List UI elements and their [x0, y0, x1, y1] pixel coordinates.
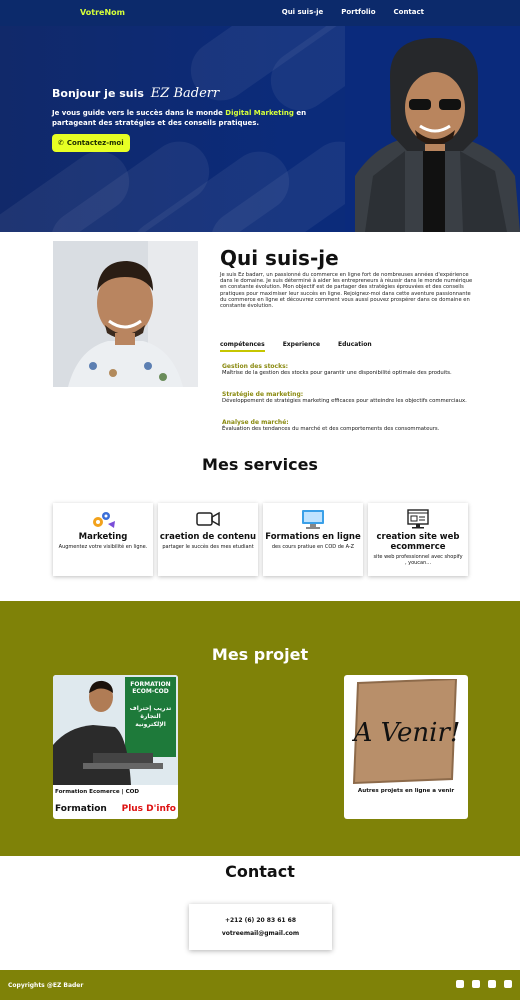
- service-card-marketing[interactable]: Marketing Augmentez votre visibilité en …: [53, 503, 153, 576]
- social-icons: [456, 980, 512, 988]
- project-caption: Formation Ecomerce | COD: [55, 789, 140, 795]
- marketing-gears-icon: [93, 512, 115, 528]
- nav-link-about[interactable]: Qui suis-je: [282, 8, 324, 16]
- contact-title: Contact: [225, 862, 295, 881]
- project-footer: Formation Plus D'info: [55, 804, 176, 814]
- course-banner-arabic: تدريب إحتراف التجارة الإلكترونية: [129, 705, 172, 728]
- hero-heading: Bonjour je suis EZ Baderr: [52, 86, 219, 101]
- coming-soon-sign-text: A Venir!: [352, 718, 460, 748]
- project-card-coming-soon[interactable]: A Venir! Autres projets en ligne a venir: [344, 675, 468, 819]
- service-description: site web professionnel avec shopify , yo…: [373, 554, 463, 566]
- tab-education[interactable]: Education: [338, 341, 372, 352]
- nav-link-contact[interactable]: Contact: [394, 8, 425, 16]
- project-tag: Formation: [55, 804, 107, 814]
- video-camera-icon: [196, 511, 220, 527]
- hero-subtitle-highlight: Digital Marketing: [225, 109, 294, 117]
- service-card-content[interactable]: craetion de contenu partager le succès d…: [158, 503, 258, 576]
- about-portrait-photo: [53, 241, 198, 387]
- facebook-icon[interactable]: [456, 980, 464, 988]
- hero-name: EZ Baderr: [150, 86, 220, 101]
- contact-me-label: Contactez-moi: [66, 139, 124, 147]
- about-tabs: compétences Experience Education: [220, 341, 372, 352]
- whatsapp-icon: ✆: [58, 139, 64, 147]
- skill-item: Analyse de marché: Évaluation des tendan…: [222, 419, 472, 433]
- contact-me-button[interactable]: ✆ Contactez-moi: [52, 134, 130, 152]
- instagram-icon[interactable]: [472, 980, 480, 988]
- hero-greeting: Bonjour je suis: [52, 87, 144, 100]
- service-title: craetion de contenu: [159, 532, 257, 542]
- top-header: VotreNom Qui suis-je Portfolio Contact: [0, 0, 520, 26]
- service-title: Marketing: [78, 532, 128, 542]
- hero-subtitle-part1: Je vous guide vers le succès dans le mon…: [52, 109, 223, 117]
- service-title: Formations en ligne: [265, 532, 361, 542]
- tab-experience[interactable]: Experience: [283, 341, 320, 352]
- about-title: Qui suis-je: [220, 246, 339, 270]
- service-card-training[interactable]: Formations en ligne des cours pratiue en…: [263, 503, 363, 576]
- skill-item: Gestion des stocks: Maîtrise de la gesti…: [222, 363, 472, 377]
- skill-description: Évaluation des tendances du marché et de…: [222, 426, 440, 433]
- hero-portrait-photo: [345, 26, 520, 232]
- service-description: des cours pratiue en COD de A-Z: [271, 544, 355, 550]
- tab-competences[interactable]: compétences: [220, 341, 265, 352]
- contact-card: +212 (6) 20 83 61 68 votreemail@gmail.co…: [189, 904, 332, 950]
- copyright-text: Copyrights @EZ Bader: [8, 982, 84, 989]
- nav-link-portfolio[interactable]: Portfolio: [341, 8, 375, 16]
- service-card-website[interactable]: creation site web ecommerce site web pro…: [368, 503, 468, 576]
- about-description: Je suis Ez badarr, un passionné du comme…: [220, 272, 473, 310]
- site-logo[interactable]: VotreNom: [80, 8, 125, 17]
- services-title: Mes services: [202, 455, 318, 474]
- project-card-ecommerce[interactable]: FORMATION ECOM-COD تدريب إحتراف التجارة …: [53, 675, 178, 819]
- youtube-icon[interactable]: [488, 980, 496, 988]
- email-address[interactable]: votreemail@gmail.com: [222, 930, 299, 937]
- project-caption: Autres projets en ligne a venir: [357, 788, 455, 794]
- linkedin-icon[interactable]: [504, 980, 512, 988]
- skill-item: Stratégie de marketing: Développement de…: [222, 391, 472, 405]
- more-info-link[interactable]: Plus D'info: [122, 804, 176, 814]
- skill-description: Maîtrise de la gestion des stocks pour g…: [222, 370, 452, 377]
- skill-description: Développement de stratégies marketing ef…: [222, 398, 467, 405]
- hero-subtitle: Je vous guide vers le succès dans le mon…: [52, 108, 317, 128]
- footer: Copyrights @EZ Bader: [0, 970, 520, 1000]
- web-design-icon: [407, 509, 429, 529]
- coming-soon-sign-image: A Venir!: [352, 679, 460, 785]
- main-nav: Qui suis-je Portfolio Contact: [282, 8, 424, 16]
- projects-section: Mes projet FORMATION ECOM-COD تدريب إحتر…: [0, 601, 520, 856]
- phone-number[interactable]: +212 (6) 20 83 61 68: [225, 917, 296, 924]
- hero-section: Bonjour je suis EZ Baderr Je vous guide …: [0, 26, 520, 232]
- ecommerce-course-thumbnail: FORMATION ECOM-COD تدريب إحتراف التجارة …: [53, 675, 178, 785]
- service-description: partager le succès des mes etudiant: [162, 544, 254, 550]
- monitor-icon: [302, 510, 324, 529]
- projects-title: Mes projet: [211, 645, 309, 664]
- course-banner-title: FORMATION ECOM-COD: [130, 681, 171, 695]
- service-title: creation site web ecommerce: [376, 532, 460, 552]
- service-description: Augmentez votre visibilité en ligne.: [58, 544, 148, 550]
